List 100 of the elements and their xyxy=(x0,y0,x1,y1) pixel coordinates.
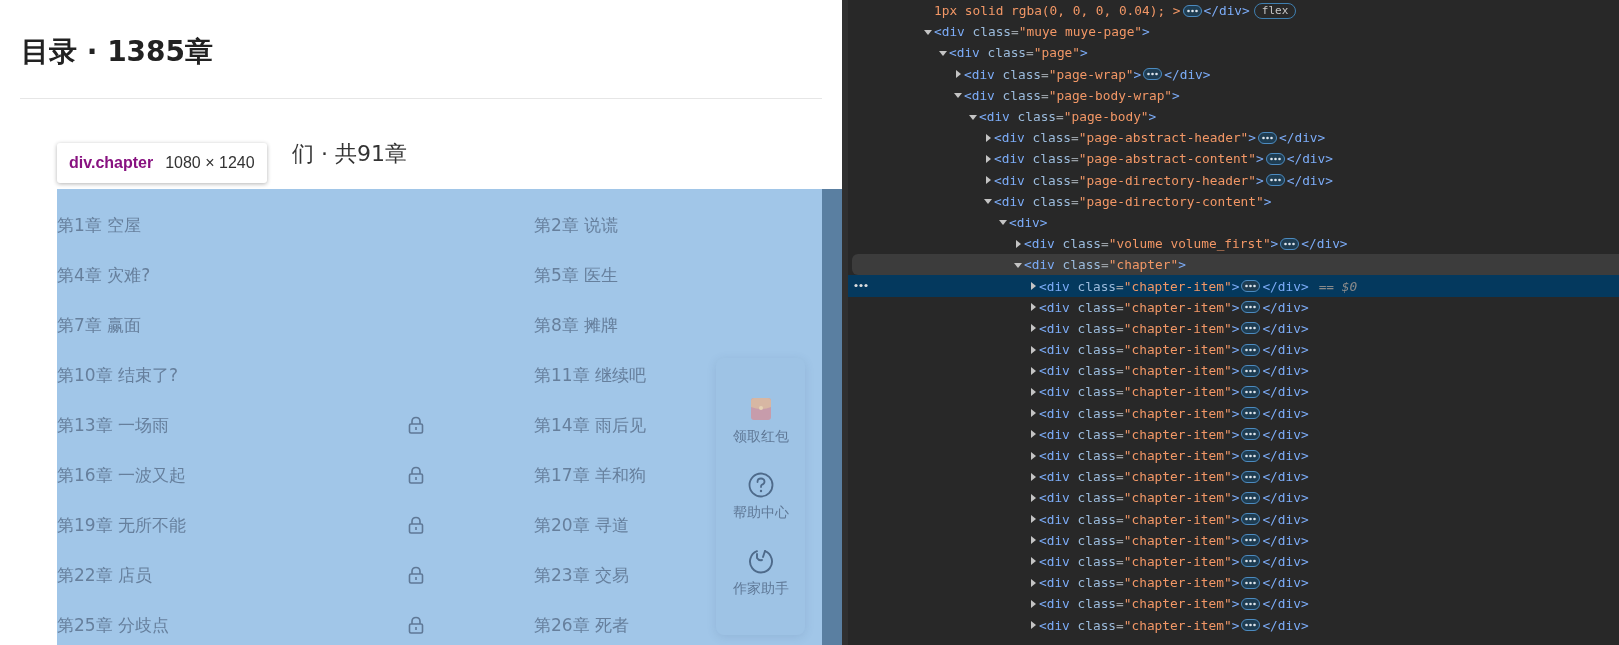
closing-tag: </div> xyxy=(1203,3,1250,19)
element-tag[interactable]: <div class="chapter-item"> xyxy=(1039,553,1240,569)
element-tag[interactable]: <div class="chapter-item"> xyxy=(1039,532,1240,548)
element-tag[interactable]: <div class="page-abstract-content"> xyxy=(994,151,1264,167)
expand-arrow-icon[interactable] xyxy=(1028,302,1038,313)
collapsed-dots-icon[interactable] xyxy=(1241,428,1261,441)
element-tag[interactable]: <div class="chapter-item"> xyxy=(1039,490,1240,506)
collapsed-dots-icon[interactable] xyxy=(1241,513,1261,526)
hovered-tree-row[interactable]: <div class="chapter"> xyxy=(852,254,1619,276)
element-tag[interactable]: <div class="page-body"> xyxy=(979,109,1157,125)
closing-tag: </div> xyxy=(1262,448,1309,464)
expand-arrow-icon[interactable] xyxy=(1028,471,1038,482)
expand-arrow-icon[interactable] xyxy=(1028,281,1038,292)
closing-tag: </div> xyxy=(1262,532,1309,548)
expand-arrow-icon[interactable] xyxy=(1028,344,1038,355)
expand-arrow-icon[interactable] xyxy=(1028,598,1038,609)
page-heading: 目录 · 1385章 xyxy=(21,34,214,70)
expand-arrow-icon[interactable] xyxy=(1028,577,1038,588)
collapsed-dots-icon[interactable] xyxy=(1241,555,1261,568)
collapsed-dots-icon[interactable] xyxy=(1241,576,1261,589)
element-tag[interactable]: <div class="chapter-item"> xyxy=(1039,596,1240,612)
collapsed-dots-icon[interactable] xyxy=(1241,301,1261,314)
selected-tree-row[interactable]: <div class="chapter-item"> </div> == $0 xyxy=(848,275,1619,297)
style-text: 1px solid rgba(0, 0, 0, 0.04); > xyxy=(934,3,1181,19)
element-tag[interactable]: <div class="chapter-item"> xyxy=(1039,511,1240,527)
collapsed-dots-icon[interactable] xyxy=(1241,470,1261,483)
collapsed-dots-icon[interactable] xyxy=(1241,322,1261,335)
expand-arrow-icon[interactable] xyxy=(953,69,963,80)
element-tag[interactable]: <div class="page-directory-content"> xyxy=(994,193,1272,209)
expand-arrow-icon[interactable] xyxy=(983,132,993,143)
element-tag[interactable]: <div class="chapter-item"> xyxy=(1039,320,1240,336)
expand-arrow-icon[interactable] xyxy=(1028,429,1038,440)
element-tag[interactable]: <div class="chapter-item"> xyxy=(1039,299,1240,315)
collapsed-dots-icon[interactable] xyxy=(1241,343,1261,356)
collapsed-dots-icon[interactable] xyxy=(1241,385,1261,398)
closing-tag: </div> xyxy=(1262,278,1309,294)
closing-tag: </div> xyxy=(1262,363,1309,379)
element-tag[interactable]: <div class="page-directory-header"> xyxy=(994,172,1264,188)
closing-tag: </div> xyxy=(1262,617,1309,633)
collapsed-dots-icon[interactable] xyxy=(1265,152,1285,165)
element-tag[interactable]: <div> xyxy=(1009,214,1048,230)
expand-arrow-icon[interactable] xyxy=(1028,386,1038,397)
element-tag[interactable]: <div class="chapter"> xyxy=(1024,257,1186,273)
closing-tag: </div> xyxy=(1262,553,1309,569)
closing-tag: </div> xyxy=(1262,405,1309,421)
element-tag[interactable]: <div class="chapter-item"> xyxy=(1039,448,1240,464)
expand-arrow-icon[interactable] xyxy=(1028,492,1038,503)
element-tag[interactable]: <div class="volume volume_first"> xyxy=(1024,236,1279,252)
collapsed-dots-icon[interactable] xyxy=(1241,619,1261,632)
element-tag[interactable]: <div class="page-abstract-header"> xyxy=(994,130,1256,146)
expand-arrow-icon[interactable] xyxy=(1028,323,1038,334)
collapsed-dots-icon[interactable] xyxy=(1241,491,1261,504)
element-tag[interactable]: <div class="chapter-item"> xyxy=(1039,405,1240,421)
closing-tag: </div> xyxy=(1262,299,1309,315)
expand-arrow-icon[interactable] xyxy=(983,153,993,164)
element-tag[interactable]: <div class="chapter-item"> xyxy=(1039,363,1240,379)
collapsed-dots-icon[interactable] xyxy=(1241,364,1261,377)
collapsed-dots-icon[interactable] xyxy=(1241,280,1261,293)
collapsed-dots-icon[interactable] xyxy=(1241,407,1261,420)
collapsed-dots-icon[interactable] xyxy=(1241,597,1261,610)
expand-arrow-icon[interactable] xyxy=(1028,620,1038,631)
collapsed-dots-icon[interactable] xyxy=(1182,4,1202,17)
collapsed-dots-icon[interactable] xyxy=(1241,449,1261,462)
closing-tag: </div> xyxy=(1301,236,1348,252)
expand-arrow-icon[interactable] xyxy=(1028,556,1038,567)
pen-circle-icon xyxy=(747,547,774,574)
element-tag[interactable]: <div class="chapter-item"> xyxy=(1039,278,1240,294)
expand-arrow-icon[interactable] xyxy=(1028,365,1038,376)
closing-tag: </div> xyxy=(1279,130,1326,146)
element-tag[interactable]: <div class="chapter-item"> xyxy=(1039,617,1240,633)
collapsed-dots-icon[interactable] xyxy=(1265,174,1285,187)
expand-arrow-icon[interactable] xyxy=(1028,450,1038,461)
expand-arrow-icon[interactable] xyxy=(1028,408,1038,419)
console-reference: == $0 xyxy=(1318,278,1358,294)
element-tag[interactable]: <div class="chapter-item"> xyxy=(1039,342,1240,358)
expand-arrow-icon[interactable] xyxy=(1028,514,1038,525)
closing-tag: </div> xyxy=(1262,575,1309,591)
element-tag[interactable]: <div class="page-wrap"> xyxy=(964,66,1142,82)
collapsed-dots-icon[interactable] xyxy=(1258,131,1277,144)
expand-arrow-icon[interactable] xyxy=(1028,535,1038,546)
element-tag[interactable]: <div class="page-body-wrap"> xyxy=(964,87,1180,103)
collapsed-dots-icon[interactable] xyxy=(1143,68,1163,81)
tooltip-size: 1080 × 1240 xyxy=(165,154,255,172)
closing-tag: </div> xyxy=(1262,511,1309,527)
closing-tag: </div> xyxy=(1286,172,1333,188)
expand-arrow-icon[interactable] xyxy=(983,175,993,186)
element-tag[interactable]: <div class="chapter-item"> xyxy=(1039,426,1240,442)
gutter-dots-icon[interactable] xyxy=(854,283,868,289)
closing-tag: </div> xyxy=(1164,66,1211,82)
closing-tag: </div> xyxy=(1262,320,1309,336)
element-tag[interactable]: <div class="chapter-item"> xyxy=(1039,469,1240,485)
collapsed-dots-icon[interactable] xyxy=(1241,534,1261,547)
closing-tag: </div> xyxy=(1286,151,1333,167)
element-tag[interactable]: <div class="chapter-item"> xyxy=(1039,575,1240,591)
element-tag[interactable]: <div class="muye muye-page"> xyxy=(934,24,1150,40)
closing-tag: </div> xyxy=(1262,596,1309,612)
collapsed-dots-icon[interactable] xyxy=(1280,237,1300,250)
expand-arrow-icon[interactable] xyxy=(1013,238,1023,249)
element-tag[interactable]: <div class="page"> xyxy=(949,45,1088,61)
element-tag[interactable]: <div class="chapter-item"> xyxy=(1039,384,1240,400)
